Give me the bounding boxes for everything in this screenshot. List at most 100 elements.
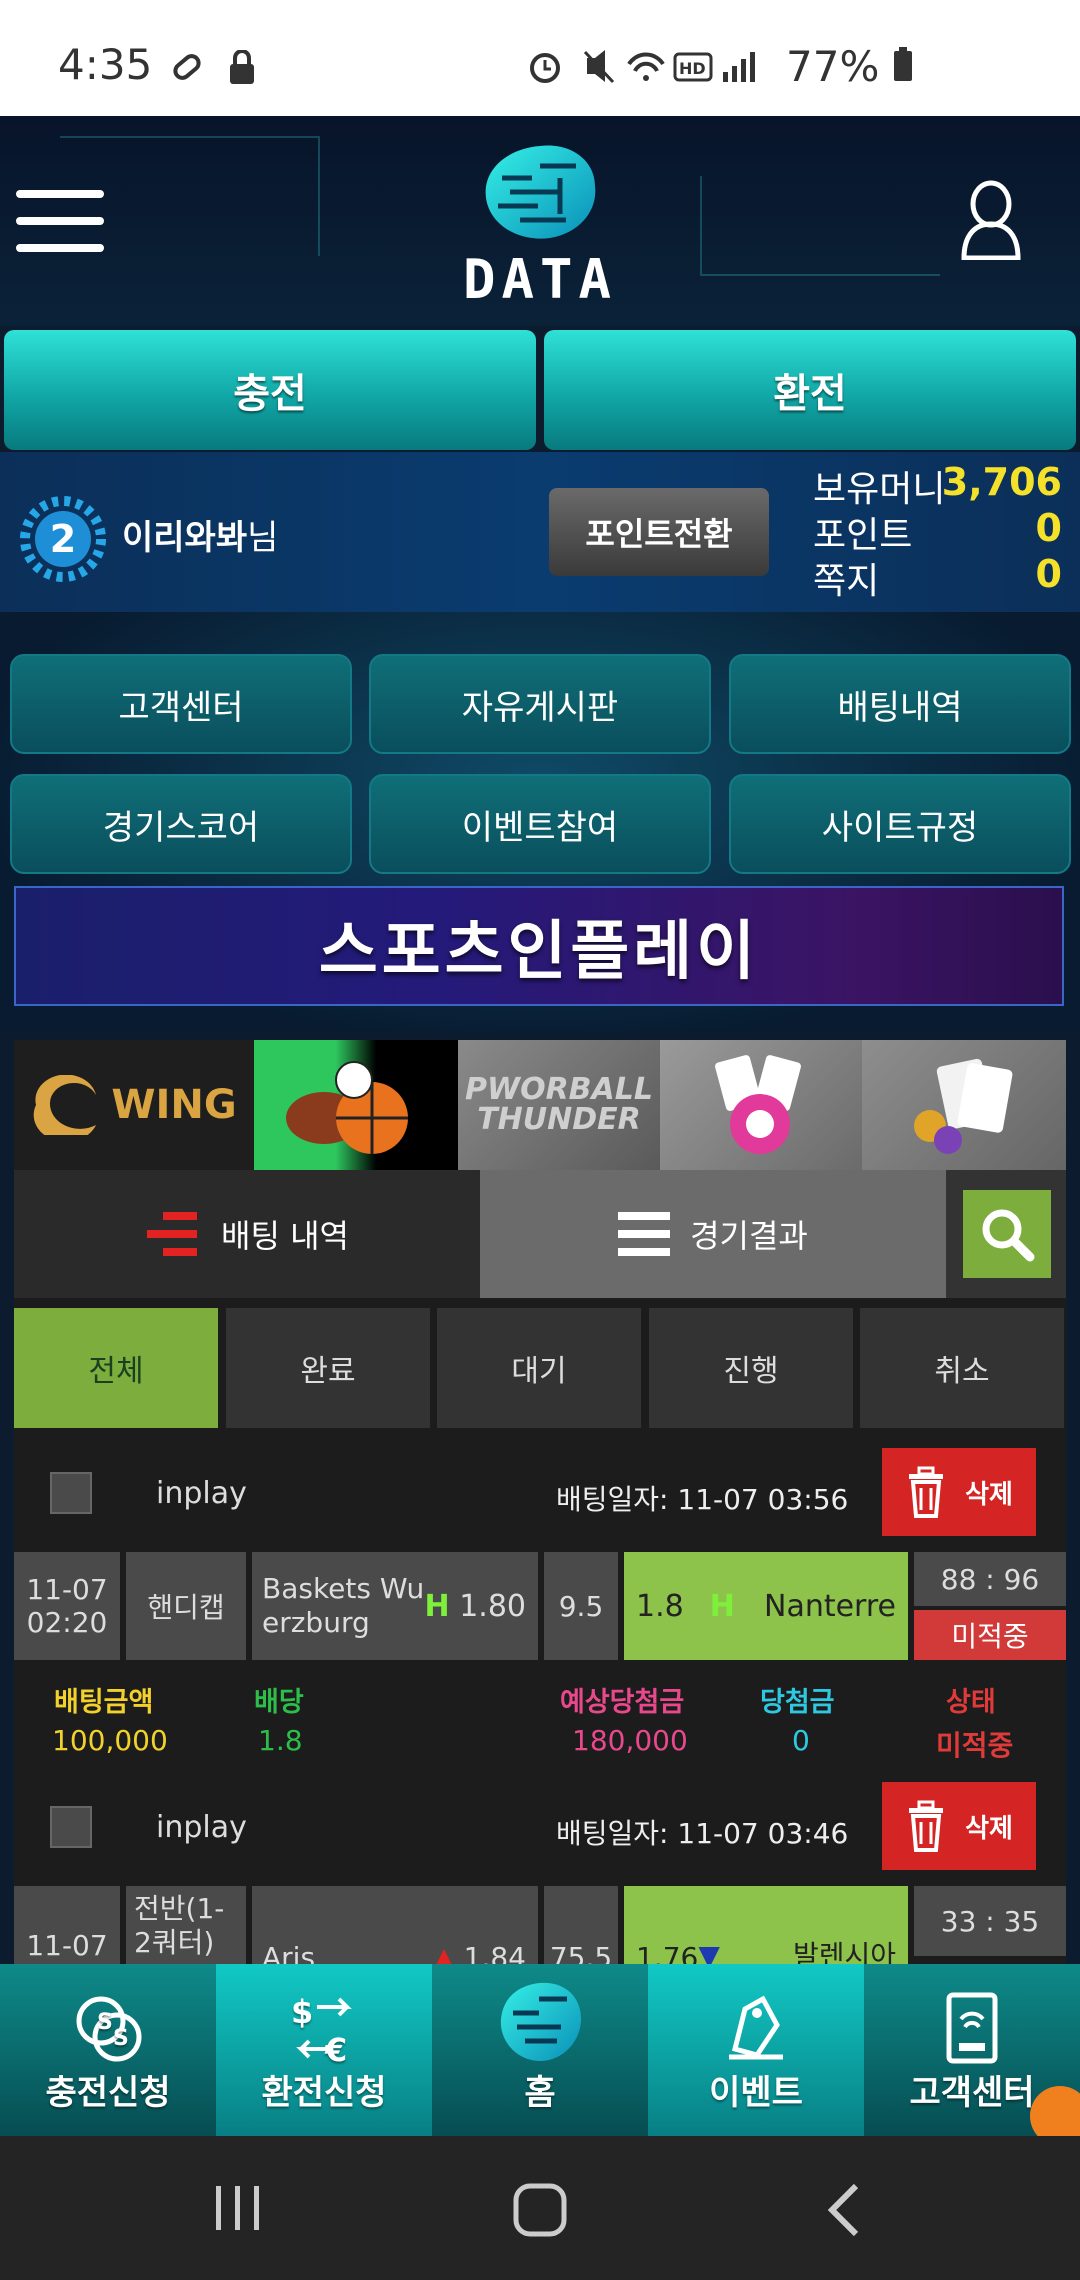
delete-label: 삭제: [965, 1813, 1013, 1844]
search-button[interactable]: [963, 1190, 1051, 1278]
event-tag-icon: [729, 1995, 783, 2060]
nav-exchange-label: 환전신청: [261, 2073, 387, 2113]
bet-type: inplay: [156, 1810, 247, 1845]
home-mark: H: [424, 1588, 450, 1624]
delete-label: 삭제: [965, 1479, 1013, 1510]
home-team-line1: Baskets Wu: [262, 1572, 425, 1606]
balance-label: 보유머니: [813, 469, 946, 510]
svg-text:$: $: [291, 1993, 313, 2031]
match-score: 33 : 35: [914, 1886, 1066, 1956]
charge-button[interactable]: 충전: [4, 330, 536, 450]
filter-pending[interactable]: 대기: [437, 1308, 641, 1428]
home-team-line2: erzburg: [262, 1606, 370, 1639]
messages-label: 쪽지: [813, 561, 880, 602]
menu-game-score[interactable]: 경기스코어: [10, 774, 352, 874]
circuit-decor: [700, 176, 940, 276]
match-date: 11-07: [26, 1573, 108, 1606]
bet-type: inplay: [156, 1476, 247, 1511]
nav-charge-request[interactable]: SS 충전신청: [0, 1964, 216, 2136]
value-bet-amount: 100,000: [52, 1724, 168, 1757]
messages-value: 0: [1035, 552, 1062, 596]
tab-results-label: 경기결과: [690, 1217, 808, 1255]
bet-date: 배팅일자: 11-07 03:56: [556, 1483, 849, 1516]
nav-customer-center-label: 고객센터: [909, 2073, 1035, 2113]
back-icon[interactable]: [820, 2180, 870, 2240]
casino-chips-icon: [715, 1055, 801, 1154]
status-time: 4:35: [58, 40, 153, 89]
nav-charge-label: 충전신청: [45, 2073, 171, 2113]
match-time: 11-07 02:20: [14, 1552, 120, 1660]
search-icon: [982, 1209, 1035, 1262]
svg-text:HD: HD: [679, 59, 706, 78]
svg-text:S: S: [97, 2010, 113, 2035]
market-line1: 전반(1-: [134, 1892, 225, 1925]
value-odds: 1.8: [258, 1724, 303, 1757]
delete-button[interactable]: 삭제: [882, 1782, 1036, 1870]
game-thunder[interactable]: PWORBALL THUNDER: [458, 1040, 660, 1170]
hamburger-menu-button[interactable]: [16, 190, 104, 252]
match-time: 11-07: [14, 1886, 120, 1966]
handicap-line: 9.5: [544, 1552, 618, 1660]
exchange-button[interactable]: 환전: [544, 330, 1076, 450]
points-label: 포인트: [813, 515, 913, 556]
coins-icon: SS: [76, 1996, 142, 2062]
market-line2: 2쿼터): [134, 1925, 215, 1959]
system-nav-bar: [0, 2136, 1080, 2280]
bet-checkbox[interactable]: [50, 1472, 92, 1514]
currency-exchange-icon: $€: [291, 1993, 352, 2065]
away-team-cell[interactable]: 1.8 H Nanterre: [624, 1552, 908, 1660]
away-team: Nanterre: [764, 1588, 896, 1624]
game-casino[interactable]: [660, 1040, 862, 1170]
filter-cancelled[interactable]: 취소: [860, 1308, 1064, 1428]
market-type: 핸디캡: [126, 1552, 246, 1660]
points-value: 0: [1035, 506, 1062, 550]
list-icon: [618, 1212, 671, 1256]
level-badge: 2: [14, 490, 112, 588]
wing-text: WING: [111, 1082, 237, 1128]
filter-all[interactable]: 전체: [14, 1308, 218, 1428]
tab-results[interactable]: 경기결과: [480, 1170, 946, 1298]
home-odds: 1.80: [459, 1588, 526, 1624]
status-bar: 4:35 HD 77%: [0, 0, 1080, 116]
menu-customer-center[interactable]: 고객센터: [10, 654, 352, 754]
nav-event[interactable]: 이벤트: [648, 1964, 864, 2136]
away-team-cell[interactable]: 1.76 ▼ 발렌시아: [624, 1886, 908, 1974]
data-logo[interactable]: DATA: [440, 138, 640, 311]
nav-event-label: 이벤트: [709, 2073, 803, 2113]
label-bet-amount: 배팅금액: [54, 1687, 154, 1718]
nav-home[interactable]: 홈: [432, 1964, 648, 2136]
menu-site-rules[interactable]: 사이트규정: [729, 774, 1071, 874]
status-left-icons: [168, 49, 288, 99]
game-sports[interactable]: [254, 1040, 458, 1170]
tab-bet-history-label: 배팅 내역: [221, 1217, 349, 1255]
game-cards[interactable]: [862, 1040, 1066, 1170]
handicap-line: 75.5: [544, 1886, 618, 1974]
sports-balls-icon: [286, 1061, 408, 1154]
username-suffix: 님: [247, 518, 279, 558]
menu-bet-history[interactable]: 배팅내역: [729, 654, 1071, 754]
filter-in-progress[interactable]: 진행: [649, 1308, 853, 1428]
home-logo-icon: [500, 1982, 581, 2061]
nav-exchange-request[interactable]: $ € 환전신청: [216, 1964, 432, 2136]
username-text: 이리와봐: [122, 518, 248, 558]
sports-inplay-banner[interactable]: 스포츠인플레이: [14, 886, 1064, 1006]
away-mark: H: [709, 1588, 735, 1624]
home-team-cell[interactable]: Aris ▲ 1.84: [252, 1886, 538, 1974]
game-wing[interactable]: WING: [14, 1040, 254, 1170]
menu-free-board[interactable]: 자유게시판: [369, 654, 711, 754]
user-profile-icon[interactable]: [960, 180, 1022, 261]
thunder-text: PWORBALL THUNDER: [465, 1072, 653, 1137]
username: 이리와봐님: [122, 510, 278, 559]
recent-apps-icon[interactable]: [210, 2180, 266, 2236]
home-team-cell[interactable]: Baskets Wu erzburg H 1.80: [252, 1552, 538, 1660]
filter-complete[interactable]: 완료: [226, 1308, 430, 1428]
tab-bet-history[interactable]: 배팅 내역: [14, 1170, 480, 1298]
bet-checkbox[interactable]: [50, 1806, 92, 1848]
menu-event[interactable]: 이벤트참여: [369, 774, 711, 874]
logo-brain-icon: [485, 145, 596, 239]
trash-icon: [909, 1800, 944, 1852]
delete-button[interactable]: 삭제: [882, 1448, 1036, 1536]
point-convert-button[interactable]: 포인트전환: [549, 488, 769, 576]
bet-date: 배팅일자: 11-07 03:46: [556, 1817, 849, 1850]
home-system-icon[interactable]: [510, 2180, 570, 2240]
